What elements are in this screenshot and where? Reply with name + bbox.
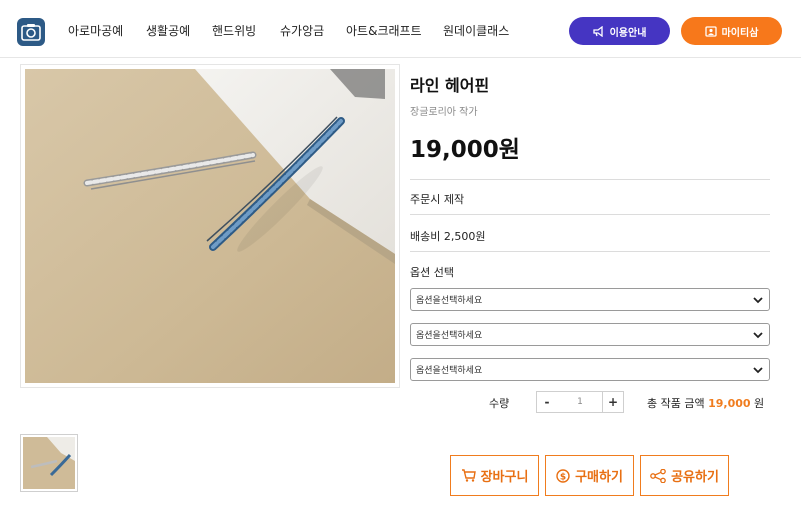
total-price-amount: 19,000 [708,397,751,410]
nav-item[interactable]: 슈가앙금 [280,22,346,39]
nav-item[interactable]: 아로마공예 [68,22,146,39]
photo-logo-icon[interactable] [17,18,45,46]
category-nav: 아로마공예 생활공예 핸드위빙 슈가앙금 아트&크래프트 원데이클래스 [68,22,523,39]
nav-item[interactable]: 아트&크래프트 [346,22,443,39]
option-select-1[interactable]: 옵션을선택하세요 [410,288,770,311]
quantity-decrease-button[interactable]: - [536,391,558,413]
option-select-value: 옵션을선택하세요 [416,296,483,306]
buy-now-label: 구매하기 [575,470,623,485]
share-icon [650,468,666,483]
divider [410,179,770,180]
my-page-button-label: 마이티삼 [721,27,759,39]
option-heading: 옵션 선택 [410,266,454,279]
quantity-increase-button[interactable]: + [602,391,624,413]
profile-card-icon [704,25,717,37]
product-title: 라인 헤어핀 [410,76,490,95]
option-select-value: 옵션을선택하세요 [416,331,483,341]
svg-text:$: $ [560,472,566,482]
guide-button[interactable]: 이용안내 [569,17,670,45]
my-page-button[interactable]: 마이티삼 [681,17,782,45]
option-select-value: 옵션을선택하세요 [416,366,483,376]
guide-button-label: 이용안내 [609,27,647,39]
divider [410,251,770,252]
add-to-cart-label: 장바구니 [480,470,529,485]
share-label: 공유하기 [671,470,719,485]
cart-icon [461,469,476,482]
add-to-cart-button[interactable]: 장바구니 [450,455,539,496]
option-select-2[interactable]: 옵션을선택하세요 [410,323,770,346]
chevron-down-icon [753,367,763,374]
total-price: 총 작품 금액 19,000 원 [647,395,764,411]
site-header: 아로마공예 생활공예 핸드위빙 슈가앙금 아트&크래프트 원데이클래스 이용안내 마이티삼 [0,0,801,58]
product-thumbnail[interactable] [20,434,78,492]
nav-item[interactable]: 핸드위빙 [212,22,280,39]
chevron-down-icon [753,297,763,304]
artist-name[interactable]: 장글로리아 작가 [410,103,478,118]
total-price-unit: 원 [754,397,765,410]
chevron-down-icon [753,332,763,339]
quantity-input[interactable]: 1 [557,391,603,413]
quantity-label: 수량 [489,397,510,410]
dollar-coin-icon: $ [556,468,570,483]
made-to-order-text: 주문시 제작 [410,193,465,206]
nav-item[interactable]: 생활공예 [146,22,212,39]
nav-item[interactable]: 원데이클래스 [443,22,523,39]
product-price: 19,000원 [410,137,520,163]
product-main-image [20,64,400,388]
buy-now-button[interactable]: $ 구매하기 [545,455,634,496]
divider [410,214,770,215]
shipping-fee-text: 배송비 2,500원 [410,230,486,243]
megaphone-icon [592,25,603,37]
total-price-label: 총 작품 금액 [647,397,705,410]
option-select-3[interactable]: 옵션을선택하세요 [410,358,770,381]
share-button[interactable]: 공유하기 [640,455,729,496]
